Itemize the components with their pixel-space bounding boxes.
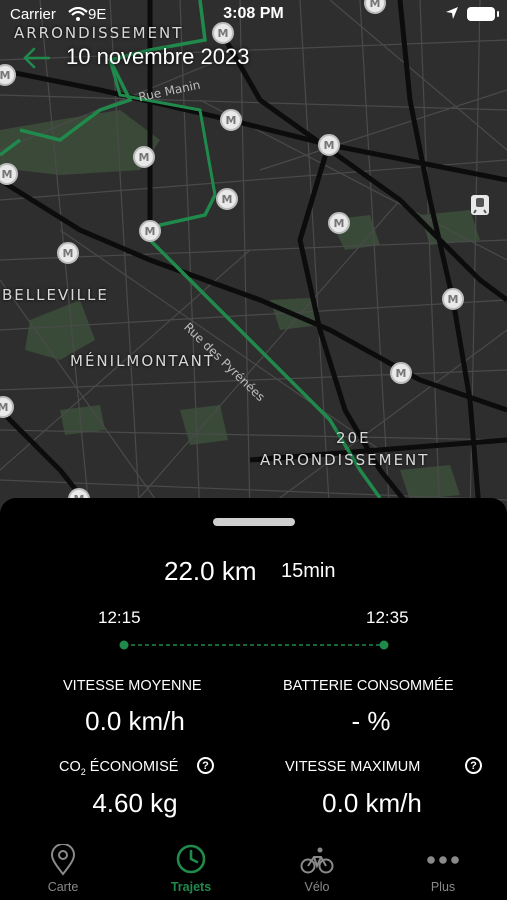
back-arrow-icon [23, 47, 50, 69]
tab-label: Trajets [170, 880, 212, 894]
trip-duration: 15min [281, 560, 336, 582]
co2-saved-label: CO2 ÉCONOMISÉ [59, 759, 179, 777]
tab-label: Vélo [304, 880, 330, 894]
tab-carte[interactable]: Carte [8, 838, 118, 900]
max-speed-value: 0.0 km/h [322, 788, 422, 818]
sheet-grabber[interactable] [213, 518, 295, 526]
bike-icon [300, 847, 334, 874]
co2-help-icon[interactable]: ? [197, 757, 214, 774]
status-bar: Carrier 9E 3:08 PM [0, 0, 507, 30]
back-button[interactable] [22, 44, 58, 72]
battery-used-label: BATTERIE CONSOMMÉE [283, 678, 454, 694]
avg-speed-value: 0.0 km/h [85, 706, 185, 736]
metro-station-icon[interactable]: M [220, 109, 242, 131]
avg-speed-label: VITESSE MOYENNE [63, 678, 202, 694]
trip-end-time: 12:35 [366, 608, 409, 627]
metro-station-icon[interactable]: M [328, 212, 350, 234]
clock-icon [176, 844, 206, 874]
map-view[interactable]: ARRONDISSEMENT BELLEVILLE MÉNILMONTANT 2… [0, 0, 507, 520]
map-label-belleville: BELLEVILLE [2, 286, 109, 304]
metro-station-icon[interactable]: M [390, 362, 412, 384]
co2-saved-value: 4.60 kg [92, 788, 178, 818]
map-label-menilmontant: MÉNILMONTANT [70, 352, 216, 370]
train-station-icon[interactable] [470, 194, 490, 216]
max-speed-help-icon[interactable]: ? [465, 757, 482, 774]
tab-plus[interactable]: Plus [388, 838, 498, 900]
page-title: 10 novembre 2023 [66, 44, 250, 69]
map-label-20e: 20E [336, 429, 371, 447]
battery-used-value: - % [351, 706, 391, 736]
tab-label: Carte [47, 880, 79, 894]
metro-station-icon[interactable]: M [139, 220, 161, 242]
tab-bar: Carte Trajets Vélo Plus [0, 838, 507, 900]
trip-start-time: 12:15 [98, 608, 141, 627]
metro-station-icon[interactable]: M [216, 188, 238, 210]
trip-distance: 22.0 km [164, 556, 257, 586]
metro-station-icon[interactable]: M [442, 288, 464, 310]
tab-label: Plus [430, 880, 456, 894]
metro-station-icon[interactable]: M [57, 242, 79, 264]
status-time: 3:08 PM [223, 5, 284, 22]
tab-velo[interactable]: Vélo [262, 838, 372, 900]
max-speed-label: VITESSE MAXIMUM [285, 759, 421, 775]
battery-icon [467, 7, 499, 21]
tab-trajets[interactable]: Trajets [136, 838, 246, 900]
map-label-arrondissement-20: ARRONDISSEMENT [260, 451, 430, 469]
trip-timeline [119, 640, 389, 650]
location-arrow-icon [446, 7, 458, 19]
metro-station-icon[interactable]: M [133, 146, 155, 168]
map-pin-icon [50, 844, 76, 876]
metro-station-icon[interactable]: M [318, 134, 340, 156]
more-dots-icon [427, 856, 459, 864]
